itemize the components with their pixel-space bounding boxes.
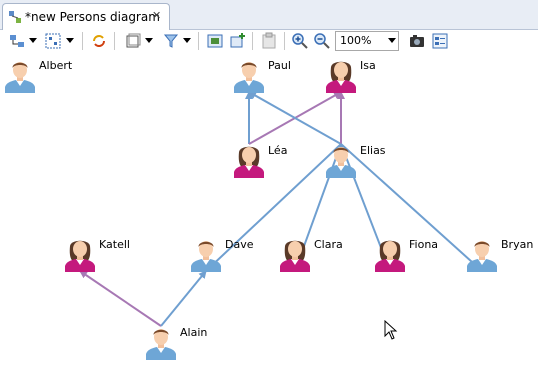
relationship-layer: [79, 91, 483, 327]
arrange-dropdown-icon[interactable]: [29, 38, 37, 43]
layer-icon[interactable]: [124, 32, 142, 50]
person-paul[interactable]: [232, 57, 266, 93]
person-label: Dave: [225, 238, 254, 251]
male-person-icon: [144, 329, 178, 363]
diagram-canvas[interactable]: Albert Paul Isa Léa Elias Katell Dave Clara Fion…: [0, 52, 538, 367]
diagram-toolbar: 100%: [0, 30, 538, 52]
male-person-icon: [3, 62, 37, 96]
diagram-icon: [9, 11, 21, 23]
female-person-icon: [373, 240, 407, 275]
person-isa[interactable]: [324, 57, 358, 93]
female-person-icon: [63, 240, 97, 275]
zoom-select[interactable]: 100%: [335, 31, 399, 51]
mouse-cursor-icon: [384, 320, 398, 340]
person-label: Alain: [180, 326, 208, 339]
filter-dropdown-icon[interactable]: [183, 38, 191, 43]
link-elias-to-bryan[interactable]: [340, 143, 483, 272]
female-person-icon: [324, 61, 358, 96]
person-elias[interactable]: [324, 142, 358, 178]
person-label: Katell: [99, 238, 130, 251]
person-label: Elias: [360, 144, 386, 157]
person-katell[interactable]: [63, 236, 97, 272]
link-elias-to-dave[interactable]: [205, 143, 342, 272]
male-person-icon: [232, 62, 266, 96]
person-label: Léa: [268, 144, 288, 157]
zoom-dropdown-icon[interactable]: [388, 38, 396, 43]
person-clara[interactable]: [278, 236, 312, 272]
toolbar-separator: [252, 32, 253, 50]
zoom-in-icon[interactable]: [291, 32, 309, 50]
person-label: Clara: [314, 238, 343, 251]
filter-icon[interactable]: [162, 32, 180, 50]
male-person-icon: [324, 147, 358, 181]
layer-dropdown-icon[interactable]: [145, 38, 153, 43]
new-element-icon[interactable]: [229, 32, 247, 50]
female-person-icon: [232, 146, 266, 181]
select-dropdown-icon[interactable]: [66, 38, 74, 43]
properties-icon[interactable]: [431, 32, 449, 50]
export-image-icon[interactable]: [206, 32, 224, 50]
editor-tab-bar: *new Persons diagram ✕: [0, 0, 538, 30]
arrange-icon[interactable]: [8, 32, 26, 50]
toolbar-separator: [198, 32, 199, 50]
paste-icon[interactable]: [260, 32, 278, 50]
close-icon[interactable]: ✕: [152, 9, 161, 22]
zoom-value: 100%: [340, 34, 372, 47]
person-dave[interactable]: [189, 236, 223, 272]
person-alain[interactable]: [144, 324, 178, 360]
toolbar-separator: [82, 32, 83, 50]
tab-title: *new Persons diagram: [25, 10, 160, 24]
zoom-out-icon[interactable]: [313, 32, 331, 50]
person-albert[interactable]: [3, 57, 37, 93]
toolbar-separator: [114, 32, 115, 50]
person-label: Fiona: [409, 238, 439, 251]
toolbar-separator: [284, 32, 285, 50]
male-person-icon: [465, 241, 499, 275]
refresh-icon[interactable]: [90, 32, 108, 50]
camera-icon[interactable]: [408, 32, 426, 50]
person-bryan[interactable]: [465, 236, 499, 272]
female-person-icon: [278, 240, 312, 275]
person-label: Paul: [268, 59, 291, 72]
person-label: Isa: [360, 59, 376, 72]
link-alain-to-katell[interactable]: [79, 270, 162, 327]
person-label: Bryan: [501, 238, 534, 251]
person-label: Albert: [39, 59, 73, 72]
link-alain-to-dave[interactable]: [160, 270, 207, 327]
select-all-icon[interactable]: [44, 32, 62, 50]
male-person-icon: [189, 241, 223, 275]
person-lea[interactable]: [232, 142, 266, 178]
editor-tab[interactable]: *new Persons diagram ✕: [2, 3, 170, 30]
person-fiona[interactable]: [373, 236, 407, 272]
